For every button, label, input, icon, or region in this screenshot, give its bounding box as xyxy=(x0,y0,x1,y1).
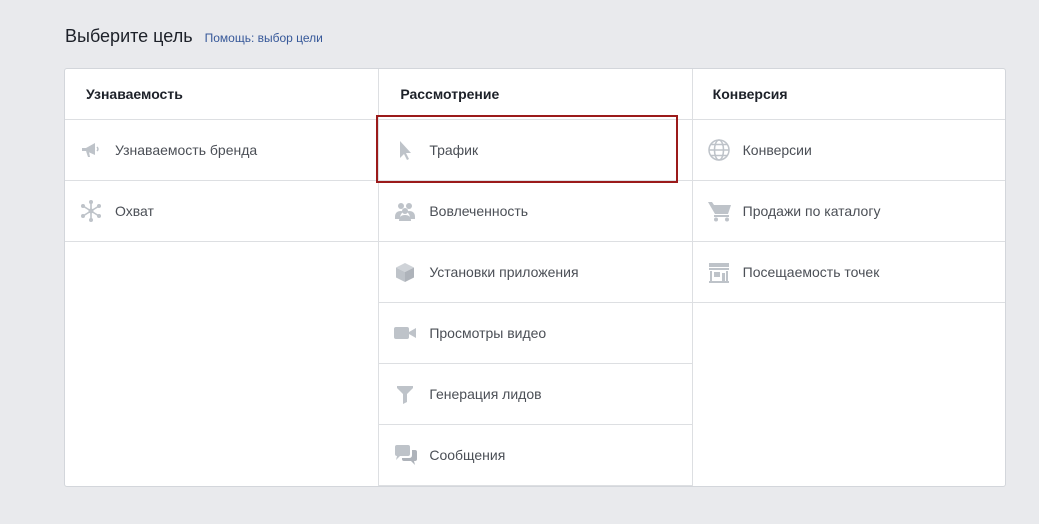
objective-store-visits[interactable]: Посещаемость точек xyxy=(692,242,1005,303)
objective-label: Продажи по каталогу xyxy=(742,203,881,219)
objective-label: Узнаваемость бренда xyxy=(115,142,258,158)
column-heading: Конверсия xyxy=(692,69,1005,120)
column-heading: Рассмотрение xyxy=(379,69,692,120)
chat-bubbles-icon xyxy=(393,443,418,467)
video-camera-icon xyxy=(393,321,417,345)
column-conversion: Конверсия Конверсии Продажи по каталогу … xyxy=(691,69,1005,486)
column-awareness: Узнаваемость Узнаваемость бренда Охват xyxy=(65,69,379,486)
column-consideration: Рассмотрение Трафик Вовлеченность Устано… xyxy=(378,69,692,486)
funnel-icon xyxy=(393,382,417,406)
objective-label: Просмотры видео xyxy=(429,325,547,341)
people-icon xyxy=(393,199,417,223)
objective-label: Охват xyxy=(115,203,154,219)
objective-video-views[interactable]: Просмотры видео xyxy=(379,303,692,364)
help-link[interactable]: Помощь: выбор цели xyxy=(205,31,323,45)
column-heading: Узнаваемость xyxy=(65,69,379,120)
objective-engagement[interactable]: Вовлеченность xyxy=(379,181,692,242)
objective-lead-generation[interactable]: Генерация лидов xyxy=(379,364,692,425)
objective-reach[interactable]: Охват xyxy=(65,181,379,242)
objective-brand-awareness[interactable]: Узнаваемость бренда xyxy=(65,120,379,181)
objective-conversions[interactable]: Конверсии xyxy=(692,120,1005,181)
objective-label: Вовлеченность xyxy=(429,203,529,219)
objective-label: Сообщения xyxy=(429,447,506,463)
page-header: Выберите цель Помощь: выбор цели xyxy=(65,26,323,47)
reach-star-icon xyxy=(79,199,103,223)
megaphone-icon xyxy=(79,138,103,162)
cube-icon xyxy=(393,260,417,284)
objective-label: Установки приложения xyxy=(429,264,579,280)
storefront-icon xyxy=(707,260,731,284)
objective-traffic[interactable]: Трафик xyxy=(379,120,692,181)
objective-messages[interactable]: Сообщения xyxy=(379,425,692,486)
objective-panel: Узнаваемость Узнаваемость бренда Охват Р… xyxy=(64,68,1006,487)
cursor-icon xyxy=(393,138,417,162)
objective-label: Трафик xyxy=(429,142,479,158)
shopping-cart-icon xyxy=(707,199,731,223)
objective-catalog-sales[interactable]: Продажи по каталогу xyxy=(692,181,1005,242)
objective-label: Генерация лидов xyxy=(429,386,542,402)
objective-label: Посещаемость точек xyxy=(742,264,880,280)
objective-app-installs[interactable]: Установки приложения xyxy=(379,242,692,303)
globe-icon xyxy=(707,138,731,162)
objective-label: Конверсии xyxy=(742,142,812,158)
page-title: Выберите цель xyxy=(65,26,193,46)
